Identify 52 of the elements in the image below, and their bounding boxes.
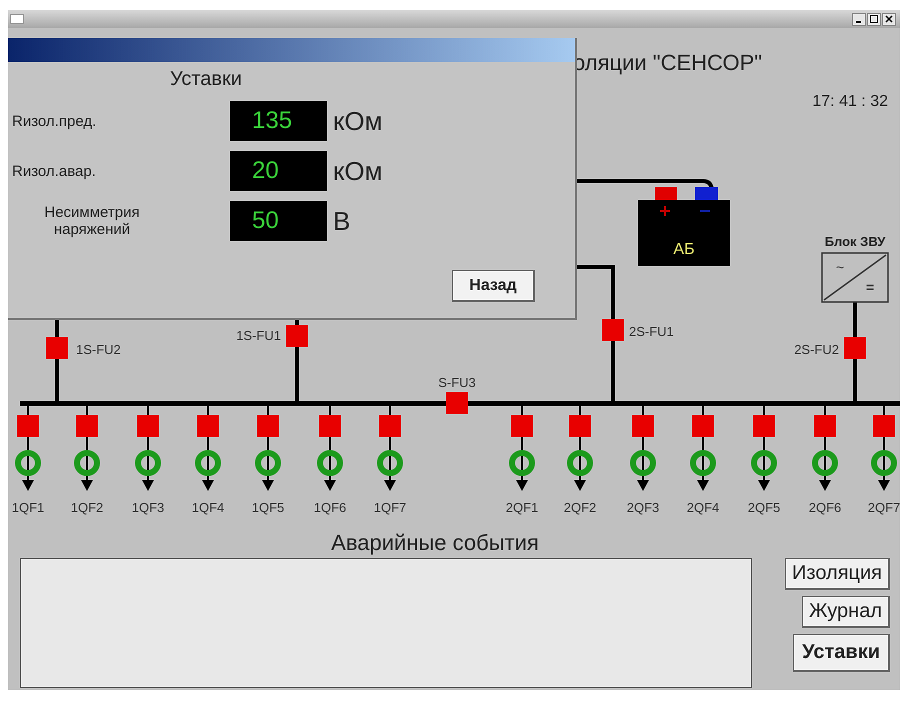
setting-label: Rизол.пред. <box>11 112 98 130</box>
minimize-button[interactable] <box>852 12 866 26</box>
feeder-label: 1QF5 <box>252 500 284 515</box>
setting-unit: кОм <box>332 106 384 136</box>
setting-label: Несимметрия наряжений <box>43 204 141 238</box>
fuse-label: 2S-FU2 <box>794 342 839 357</box>
feeder-label: 1QF2 <box>70 500 104 515</box>
clock-time: 17: 41 : 32 <box>812 93 888 110</box>
events-title: Аварийные события <box>330 530 540 556</box>
nav-button[interactable]: Изоляция <box>785 558 890 590</box>
close-button[interactable] <box>882 12 896 26</box>
fuse-label: 2S-FU1 <box>629 324 674 339</box>
app-icon <box>10 14 24 24</box>
battery-icon <box>638 187 730 266</box>
fuse-label: S-FU3 <box>438 375 476 390</box>
feeder-label: 2QF2 <box>564 500 596 515</box>
charger-label: Блок ЗВУ <box>824 234 886 249</box>
setting-value-field[interactable]: 20 <box>230 151 327 191</box>
feeder-label: 2QF5 <box>748 500 780 515</box>
feeder-label: 2QF1 <box>506 500 538 515</box>
setting-value-field[interactable]: 135 <box>230 101 327 141</box>
feeder-label: 2QF6 <box>808 500 842 515</box>
ac-sign: ~ <box>836 259 844 275</box>
setting-value-field[interactable]: 50 <box>230 201 327 241</box>
feeder-label: 1QF3 <box>132 500 164 515</box>
maximize-button[interactable] <box>867 12 881 26</box>
setting-label: Rизол.авар. <box>11 162 97 180</box>
fuse-icon <box>286 325 308 347</box>
nav-button[interactable]: Журнал <box>802 596 890 628</box>
feeder-label: 2QF7 <box>868 500 900 515</box>
fuse-label: 1S-FU1 <box>236 328 281 343</box>
feeder-label: 2QF4 <box>686 500 720 515</box>
fuse-icon <box>446 392 468 414</box>
feeder-label: 1QF4 <box>192 500 224 515</box>
fuse-icon <box>46 337 68 359</box>
setting-unit: кОм <box>332 156 384 186</box>
dc-sign: = <box>866 279 874 295</box>
nav-button[interactable]: Уставки <box>793 634 890 672</box>
feeder-label: 1QF7 <box>374 500 406 515</box>
fuse-label: 1S-FU2 <box>76 342 121 357</box>
battery-label: АБ <box>673 241 695 258</box>
feeder-label: 1QF1 <box>12 500 44 515</box>
fuse-icon <box>602 319 624 341</box>
close-icon <box>885 15 893 23</box>
feeder-label: 2QF3 <box>626 500 660 515</box>
converter-icon <box>821 252 889 303</box>
dialog-title: Уставки <box>170 68 243 91</box>
setting-unit: В <box>332 206 352 236</box>
fuse-icon <box>844 337 866 359</box>
feeder-label: 1QF6 <box>314 500 346 515</box>
back-button[interactable]: Назад <box>452 270 535 302</box>
maximize-icon <box>870 15 878 23</box>
